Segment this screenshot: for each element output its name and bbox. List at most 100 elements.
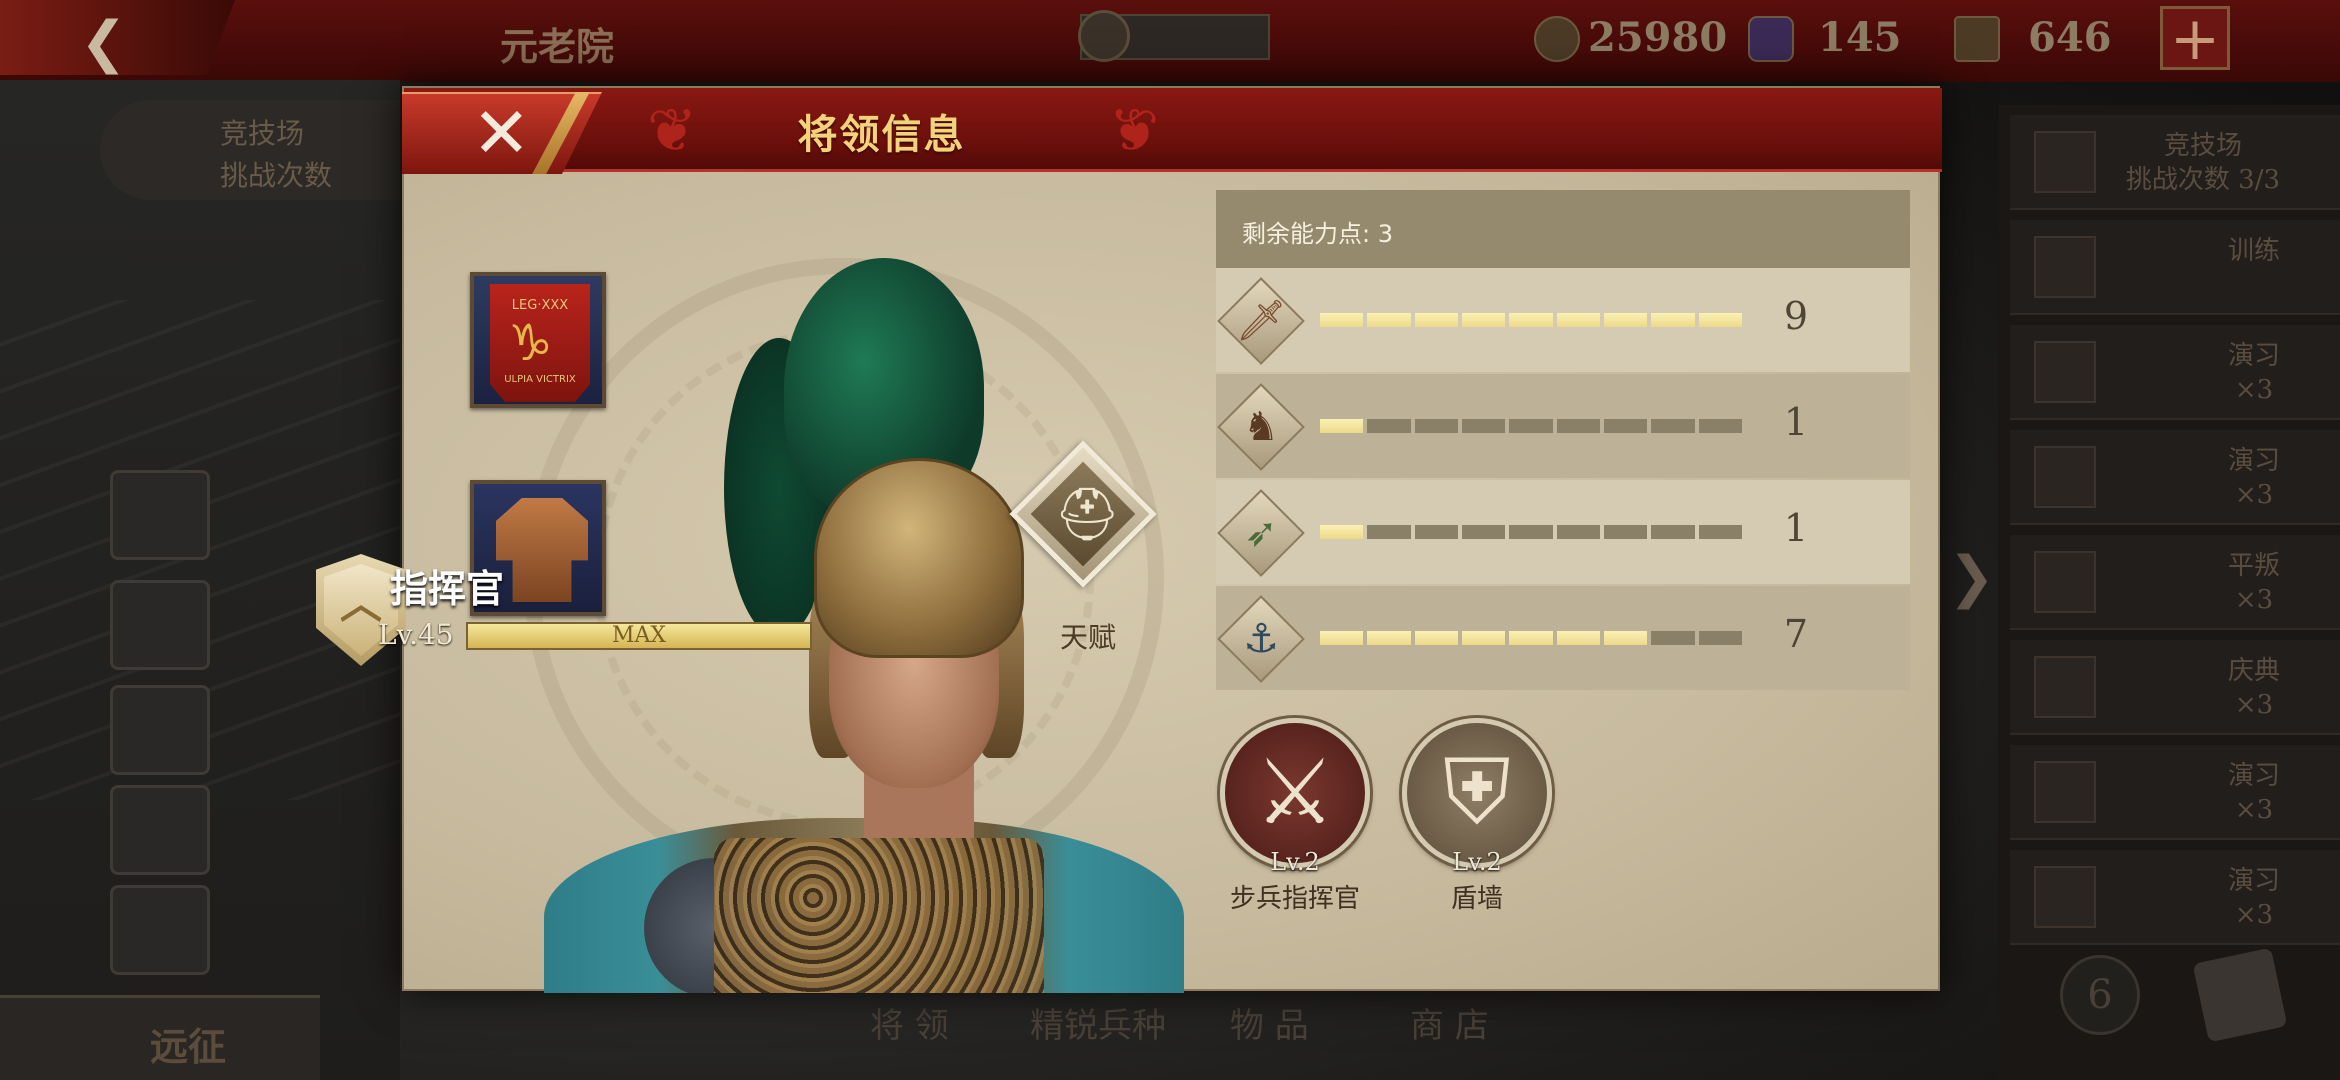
- gem-icon: [1748, 16, 1794, 62]
- video-button[interactable]: [110, 685, 210, 775]
- dialog-header: ❦ ❦ 将领信息: [404, 88, 1942, 172]
- stat-bar-segment: [1320, 631, 1364, 645]
- sidebar-item-rebellion[interactable]: 平叛 ×3: [2010, 535, 2340, 630]
- stat-bar-segment: [1698, 525, 1742, 539]
- shield-wall-icon: ⛨: [1443, 740, 1511, 845]
- tab-elite-units[interactable]: 精锐兵种: [1030, 998, 1166, 1047]
- remaining-points-label: 剩余能力点: 3: [1242, 220, 1393, 248]
- helmet-icon: [2034, 236, 2096, 298]
- general-info-dialog: ❦ ❦ 将领信息 ✕ LEG·XXX ♑ ULPIA VICTRIX ︿ 指挥官…: [316, 86, 1942, 993]
- sidebar-item-label: 竞技场 挑战次数 3/3: [2125, 131, 2280, 195]
- stat-value: 1: [1783, 400, 1809, 444]
- legion-icon: [2034, 866, 2096, 928]
- stat-bar-segment: [1698, 419, 1742, 433]
- stat-bar-segment: [1509, 419, 1553, 433]
- skill-shield-wall[interactable]: ⛨: [1402, 718, 1552, 868]
- challenges-label: 挑战次数: [220, 159, 333, 192]
- sidebar-item-label: 庆典 ×3: [2227, 656, 2280, 720]
- sidebar-item-drill[interactable]: 演习 ×3: [2010, 850, 2340, 945]
- sidebar-item-arena[interactable]: 竞技场 挑战次数 3/3: [2010, 115, 2340, 210]
- stat-row-cavalry: ♞ 1: [1216, 374, 1910, 478]
- screen-title: 元老院: [500, 24, 615, 69]
- crossed-swords-icon: [2034, 131, 2096, 193]
- leopard-cuirass: [714, 838, 1044, 993]
- stat-bar-segment: [1651, 313, 1695, 327]
- close-icon: ✕: [472, 92, 531, 174]
- stat-bar-segment: [1367, 419, 1411, 433]
- book-icon[interactable]: [2192, 947, 2288, 1043]
- coins-count: 25980: [1588, 14, 1728, 61]
- stat-bar-segment: [1556, 631, 1600, 645]
- trophy-button[interactable]: [110, 885, 210, 975]
- stat-bar-segment: [1320, 419, 1364, 433]
- stat-bar-segment: [1461, 419, 1506, 433]
- gems-count: 145: [1818, 14, 1902, 61]
- stat-bar-segment: [1367, 631, 1411, 645]
- stat-bar: [1320, 419, 1742, 433]
- laurel-button[interactable]: [110, 580, 210, 670]
- sidebar-item-drill[interactable]: 演习 ×3: [2010, 745, 2340, 840]
- bronze-helmet: [814, 458, 1024, 658]
- stat-bar-segment: [1509, 631, 1553, 645]
- sidebar-item-festival[interactable]: 庆典 ×3: [2010, 640, 2340, 735]
- chevron-up-icon: ︿: [339, 579, 382, 628]
- skill-infantry-commander[interactable]: ⚔: [1220, 718, 1370, 868]
- skill-level: Lv.2: [1452, 848, 1502, 876]
- chest-button[interactable]: [110, 785, 210, 875]
- legion-icon: [2034, 551, 2096, 613]
- stat-row-naval: ⚓ 7: [1216, 586, 1910, 690]
- general-level: Lv.45: [378, 618, 454, 651]
- experience-bar: MAX: [466, 622, 812, 650]
- stat-bar-segment: [1603, 525, 1648, 539]
- experience-label: MAX: [611, 623, 667, 648]
- stat-bar-segment: [1367, 525, 1411, 539]
- tab-generals[interactable]: 将 领: [870, 998, 949, 1047]
- chevron-right-icon[interactable]: ❯: [1948, 545, 1995, 610]
- stat-bar-segment: [1651, 631, 1695, 645]
- helmet-currency-icon: [1954, 16, 2000, 62]
- stat-bar-segment: [1603, 631, 1648, 645]
- legion-icon: [2034, 341, 2096, 403]
- round-counter-button[interactable]: 6: [2060, 955, 2140, 1035]
- expedition-button[interactable]: 远征: [0, 995, 320, 1080]
- stat-bar-segment: [1556, 313, 1600, 327]
- sidebar-item-training[interactable]: 训练: [2010, 220, 2340, 315]
- stat-bar-segment: [1414, 313, 1458, 327]
- back-arrow-icon: ❮: [80, 10, 127, 75]
- sword-icon: 🗡: [1235, 298, 1287, 344]
- stat-bar-segment: [1556, 419, 1600, 433]
- game-screen: ❮ 元老院 25980 145 646 + 竞技场 挑战次数 远征 将 领 精锐…: [0, 0, 2340, 1080]
- stat-bar-segment: [1461, 525, 1506, 539]
- tab-shop[interactable]: 商 店: [1410, 998, 1489, 1047]
- tab-items[interactable]: 物 品: [1230, 998, 1309, 1047]
- sidebar-item-drill[interactable]: 演习 ×3: [2010, 325, 2340, 420]
- stat-bar-segment: [1414, 525, 1458, 539]
- sidebar-item-label: 演习 ×3: [2227, 446, 2280, 510]
- stat-row-infantry: 🗡 9: [1216, 268, 1910, 372]
- stat-value: 7: [1783, 612, 1809, 656]
- stat-bar-segment: [1320, 525, 1364, 539]
- temple-icon: [1078, 10, 1130, 62]
- anchor-icon: ⚓: [1243, 616, 1279, 662]
- skill-name: 步兵指挥官: [1229, 884, 1360, 914]
- expedition-label: 远征: [150, 1024, 227, 1069]
- sidebar-item-drill[interactable]: 演习 ×3: [2010, 430, 2340, 525]
- stat-bar-segment: [1320, 313, 1364, 327]
- stat-bar-segment: [1698, 313, 1742, 327]
- arena-label: 竞技场: [220, 117, 305, 150]
- add-currency-button[interactable]: +: [2160, 6, 2230, 70]
- stat-bar-segment: [1509, 313, 1553, 327]
- skill-name: 盾墙: [1450, 884, 1503, 914]
- stat-bar-segment: [1603, 313, 1648, 327]
- arena-shortcut[interactable]: 竞技场 挑战次数: [100, 100, 400, 200]
- stat-bar-segment: [1414, 631, 1458, 645]
- stat-bar-segment: [1698, 631, 1742, 645]
- stat-bar-segment: [1461, 313, 1506, 327]
- sidebar-item-label: 平叛 ×3: [2227, 551, 2280, 615]
- stat-bar-segment: [1367, 313, 1411, 327]
- coin-icon: [1534, 16, 1580, 62]
- remaining-points-header: 剩余能力点: 3: [1216, 190, 1910, 268]
- sidebar-item-label: 演习 ×3: [2227, 341, 2280, 405]
- bag-button[interactable]: [110, 470, 210, 560]
- stat-value: 1: [1783, 506, 1809, 550]
